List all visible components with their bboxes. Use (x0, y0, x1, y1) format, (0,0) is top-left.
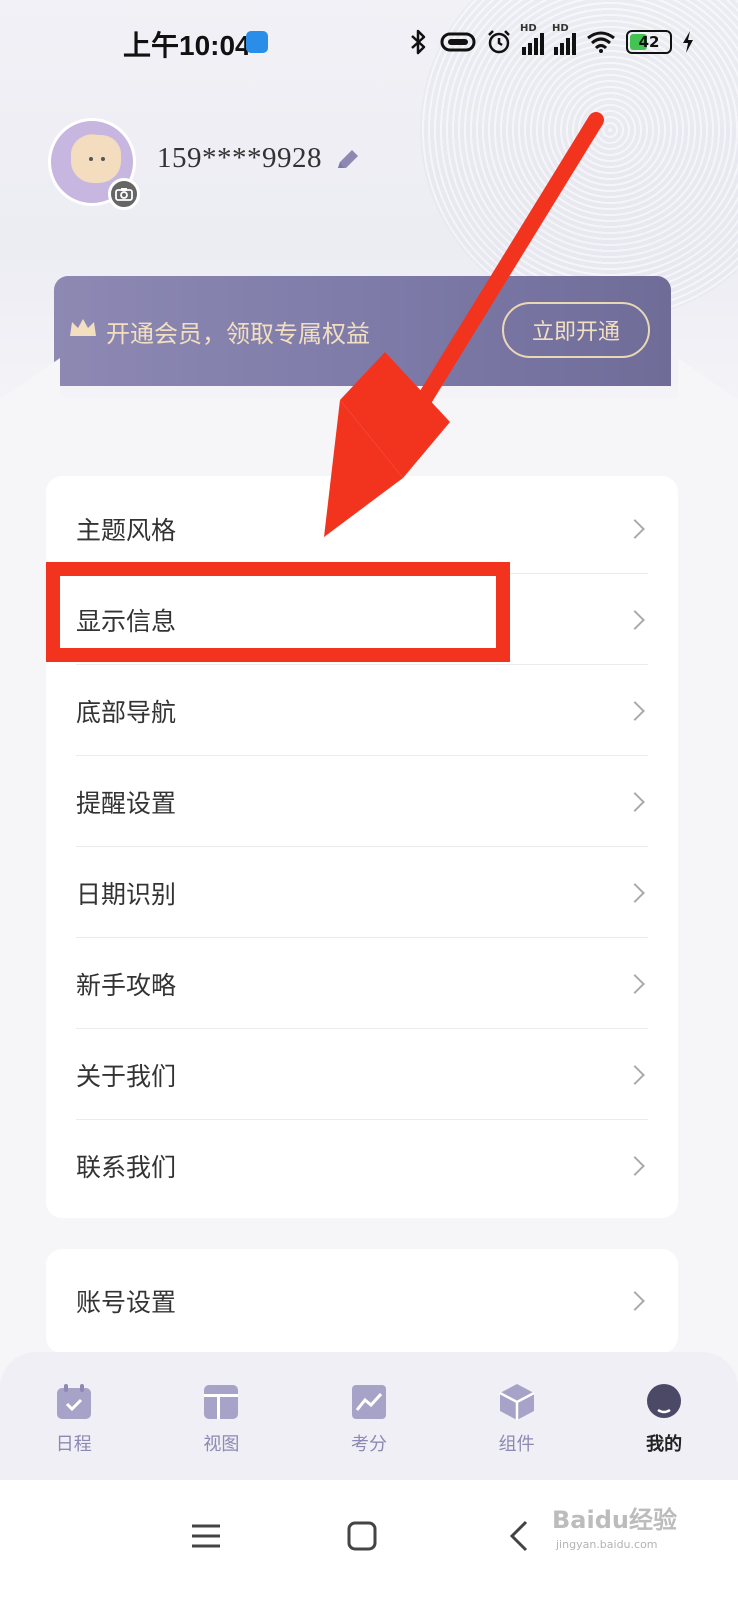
signal-icon-2: HD (552, 23, 576, 55)
baidu-watermark-url: jingyan.baidu.com (556, 1538, 658, 1551)
chevron-right-icon (625, 1155, 645, 1176)
settings-item-label: 关于我们 (76, 1061, 177, 1091)
status-bar: 上午10:04 HD HD 42 (0, 0, 738, 84)
avatar-eye-left (89, 157, 93, 161)
camera-glyph (115, 188, 133, 201)
settings-item-label: 新手攻略 (76, 970, 177, 1000)
cube-icon (498, 1384, 535, 1420)
tab-label: 视图 (203, 1434, 240, 1455)
link-icon (440, 32, 476, 52)
chevron-right-icon (625, 973, 645, 994)
user-phone: 159****9928 (157, 142, 322, 174)
settings-item-bottom-nav[interactable]: 底部导航 (76, 665, 648, 756)
vip-banner[interactable]: 开通会员，领取专属权益 立即开通 (54, 276, 671, 386)
settings-item-account[interactable]: 账号设置 (76, 1255, 648, 1346)
tab-mine[interactable]: 我的 (614, 1382, 714, 1456)
chart-icon (351, 1385, 386, 1419)
settings-item-display-info[interactable]: 显示信息 (76, 574, 648, 665)
chevron-right-icon (625, 882, 645, 903)
status-time: 上午10:04 (123, 30, 251, 61)
avatar-character (71, 135, 121, 183)
status-icons: HD HD 42 (408, 23, 694, 58)
settings-item-label: 显示信息 (76, 606, 177, 636)
chevron-right-icon (625, 791, 645, 812)
menu-icon[interactable] (186, 1516, 226, 1556)
settings-item-contact[interactable]: 联系我们 (76, 1120, 648, 1211)
signal-icon: HD (520, 23, 544, 55)
settings-card: 主题风格 显示信息 底部导航 提醒设置 日期识别 新手攻略 关于我们 联系我们 (46, 476, 678, 1218)
home-icon[interactable] (342, 1516, 382, 1556)
avatar-eye-right (101, 157, 105, 161)
crown-icon (70, 319, 96, 336)
settings-item-label: 联系我们 (76, 1152, 177, 1182)
settings-item-reminders[interactable]: 提醒设置 (76, 756, 648, 847)
baidu-watermark: Baidu经验 (552, 1506, 677, 1534)
account-card: 账号设置 (46, 1249, 678, 1353)
settings-item-theme[interactable]: 主题风格 (76, 483, 648, 574)
app-notification-icon (246, 31, 268, 53)
profile-icon (647, 1384, 682, 1418)
layout-icon (204, 1385, 239, 1419)
open-vip-button[interactable]: 立即开通 (502, 302, 650, 358)
network-type-2: HD (552, 23, 569, 34)
chevron-right-icon (625, 609, 645, 630)
camera-icon[interactable] (108, 178, 140, 210)
settings-item-date-recognition[interactable]: 日期识别 (76, 847, 648, 938)
wifi-icon (587, 31, 615, 53)
tab-label: 组件 (498, 1434, 535, 1455)
tab-label: 日程 (55, 1434, 92, 1455)
battery-icon: 42 (626, 30, 672, 54)
settings-item-guide[interactable]: 新手攻略 (76, 938, 648, 1029)
charging-icon (683, 31, 693, 53)
battery-level: 42 (638, 33, 660, 51)
tab-widgets[interactable]: 组件 (467, 1382, 567, 1456)
settings-item-label: 日期识别 (76, 879, 177, 909)
back-icon[interactable] (500, 1516, 540, 1556)
tab-score[interactable]: 考分 (319, 1382, 419, 1456)
tab-label: 我的 (646, 1434, 683, 1455)
alarm-icon (488, 30, 510, 54)
chevron-right-icon (625, 700, 645, 721)
vip-promo-text: 开通会员，领取专属权益 (106, 320, 370, 348)
tab-schedule[interactable]: 日程 (24, 1382, 124, 1456)
settings-item-about[interactable]: 关于我们 (76, 1029, 648, 1120)
network-type-1: HD (520, 23, 537, 34)
tab-view[interactable]: 视图 (171, 1382, 271, 1456)
bluetooth-icon (411, 29, 426, 55)
calendar-icon (56, 1384, 91, 1419)
chevron-right-icon (625, 518, 645, 539)
settings-item-label: 主题风格 (76, 515, 177, 545)
settings-item-label: 底部导航 (76, 697, 177, 727)
settings-item-label: 提醒设置 (76, 788, 177, 818)
bottom-tab-bar: 日程 视图 考分 组件 我的 (0, 1352, 738, 1480)
chevron-right-icon (625, 1064, 645, 1085)
edit-icon[interactable] (334, 146, 362, 174)
chevron-right-icon (625, 1290, 645, 1311)
tab-label: 考分 (350, 1434, 387, 1455)
account-settings-label: 账号设置 (76, 1287, 177, 1317)
